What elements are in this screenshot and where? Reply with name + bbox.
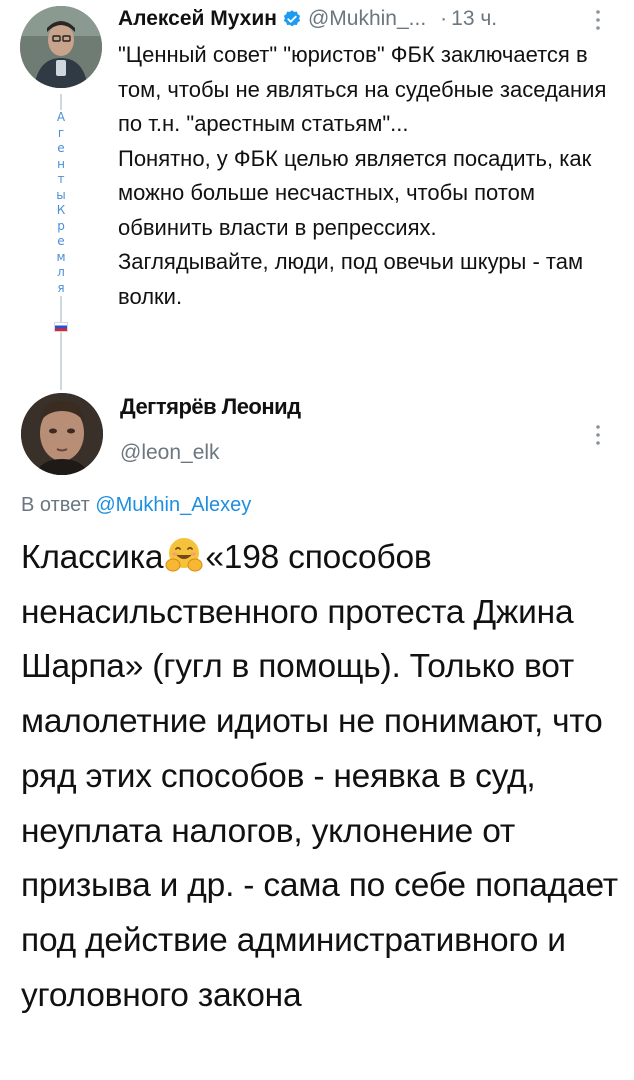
reply-prefix: В ответ bbox=[21, 494, 90, 516]
tweet-text-body: «198 способов ненасильственного протеста… bbox=[21, 539, 618, 1014]
parent-tweet: А г е н т ы К р е м л я Алексей Мухин @M… bbox=[0, 0, 634, 392]
avatar[interactable] bbox=[21, 393, 103, 475]
tweet-text: Классика «198 способов ненасильственного… bbox=[21, 531, 621, 1023]
caption-letter: е bbox=[57, 234, 65, 248]
caption-letter: н bbox=[57, 156, 65, 171]
separator-dot: · bbox=[440, 7, 448, 30]
tweet-text: "Ценный совет" "юристов" ФБК заключается… bbox=[118, 42, 607, 309]
author-name[interactable]: Алексей Мухин bbox=[118, 7, 277, 31]
verified-badge-icon[interactable] bbox=[282, 9, 302, 29]
author-name[interactable]: Дегтярёв Леонид bbox=[120, 394, 301, 420]
tweet-header: Алексей Мухин @Mukhin_... · 13 ч. bbox=[118, 2, 618, 36]
russian-flag-icon bbox=[54, 322, 68, 332]
caption-letter: р bbox=[57, 218, 65, 233]
caption-letter: г bbox=[57, 125, 65, 140]
caption-letter: ы bbox=[56, 187, 66, 202]
caption-letter: я bbox=[57, 280, 65, 295]
avatar[interactable] bbox=[20, 6, 102, 88]
caption-letter: А bbox=[56, 110, 66, 124]
caption-letter: т bbox=[57, 172, 65, 186]
tweet-text-start: Классика bbox=[21, 539, 164, 576]
reply-to-handle-link[interactable]: @Mukhin_Alexey bbox=[95, 494, 251, 516]
more-options-icon[interactable] bbox=[591, 7, 605, 33]
hugging-face-emoji-icon bbox=[164, 535, 204, 575]
author-handle[interactable]: @Mukhin_... bbox=[308, 7, 426, 31]
tweet-timestamp[interactable]: 13 ч. bbox=[451, 7, 497, 31]
vertical-caption: А г е н т ы К р е м л я bbox=[52, 110, 70, 296]
author-handle[interactable]: @leon_elk bbox=[120, 441, 220, 465]
more-options-icon[interactable] bbox=[591, 422, 605, 448]
caption-letter: К bbox=[56, 203, 66, 217]
reply-context: В ответ @Mukhin_Alexey bbox=[21, 494, 251, 517]
caption-letter: м bbox=[56, 249, 66, 264]
caption-letter: е bbox=[57, 141, 65, 155]
caption-letter: л bbox=[57, 265, 65, 279]
